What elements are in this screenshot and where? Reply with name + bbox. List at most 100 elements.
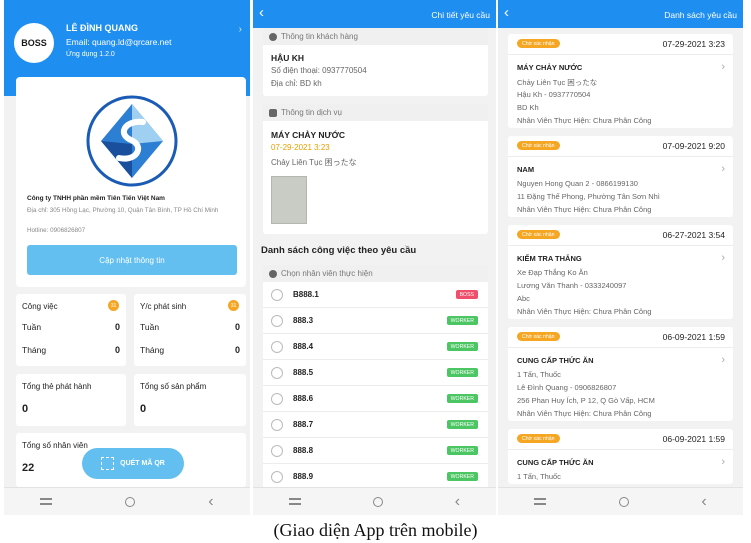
role-tag: WORKER	[446, 368, 478, 377]
radio-button[interactable]	[271, 393, 283, 405]
menu-icon[interactable]	[534, 498, 547, 505]
menu-icon[interactable]	[288, 498, 301, 505]
radio-button[interactable]	[271, 289, 283, 301]
radio-button[interactable]	[271, 445, 283, 457]
request-detail-screen: ‹ Chi tiết yêu cầu Thông tin khách hàng …	[253, 0, 496, 515]
customer-info-section: Thông tin khách hàng HẬU KH Số điện thoạ…	[263, 28, 488, 96]
stat-value: 0	[234, 322, 240, 332]
employee-name: 888.9	[293, 472, 314, 481]
section-header-label: Thông tin khách hàng	[281, 32, 358, 41]
employee-row[interactable]: 888.3 WORKER	[263, 308, 488, 334]
request-date: 07-09-2021 9:20	[662, 141, 725, 151]
requests-stat-card[interactable]: Y/c phát sinh 31 Tuần 0 Tháng 0	[134, 294, 246, 366]
employee-name: 888.7	[293, 420, 314, 429]
products-stat[interactable]: Tổng số sản phẩm 0	[134, 374, 246, 426]
back-icon[interactable]: ‹	[208, 493, 213, 510]
employee-row[interactable]: 888.6 WORKER	[263, 386, 488, 412]
employee-row[interactable]: 888.8 WORKER	[263, 438, 488, 464]
request-detail-line: Lê Đình Quang - 0906826807	[517, 383, 617, 392]
role-tag: WORKER	[446, 316, 478, 325]
radio-button[interactable]	[271, 419, 283, 431]
radio-button[interactable]	[271, 315, 283, 327]
request-detail-line: BD Kh	[517, 103, 539, 112]
section-header: Chọn nhân viên thực hiện	[263, 265, 488, 282]
update-info-button[interactable]: Cập nhật thông tin	[27, 245, 237, 275]
chevron-right-icon[interactable]: ›	[721, 354, 725, 366]
cards-issued-stat[interactable]: Tổng thẻ phát hành 0	[16, 374, 126, 426]
android-nav-bar: ‹	[253, 487, 496, 515]
stat-value: 0	[234, 345, 240, 355]
document-icon	[269, 108, 277, 117]
stat-label: Tháng	[22, 345, 47, 355]
chevron-right-icon[interactable]: ›	[721, 163, 725, 175]
role-tag: WORKER	[446, 342, 478, 351]
request-detail-line: Nhân Viên Thực Hiện: Chưa Phân Công	[517, 116, 652, 125]
menu-icon[interactable]	[40, 498, 53, 505]
home-screen: BOSS LÊ ĐÌNH QUANG Email: quang.ld@qrcar…	[4, 0, 250, 515]
home-icon[interactable]	[372, 496, 383, 507]
role-tag: WORKER	[446, 394, 478, 403]
back-arrow-icon[interactable]: ‹	[259, 5, 264, 20]
status-badge: Chờ xác nhận	[517, 434, 560, 443]
chevron-right-icon[interactable]: ›	[721, 61, 725, 73]
employee-row[interactable]: B888.1 BOSS	[263, 282, 488, 308]
request-card[interactable]: Chờ xác nhận 06-09-2021 1:59 CUNG CẤP THỨC…	[508, 429, 733, 484]
stat-title: Tổng số nhân viên	[22, 441, 88, 450]
company-address: Địa chỉ: 305 Hồng Lạc, Phường 10, Quận T…	[27, 207, 219, 214]
role-tag: BOSS	[455, 290, 478, 299]
stat-value: 0	[22, 403, 29, 415]
employee-row[interactable]: 888.7 WORKER	[263, 412, 488, 438]
page-title: Danh sách yêu cầu	[664, 10, 737, 20]
request-date: 06-27-2021 3:54	[662, 230, 725, 240]
employee-name: B888.1	[293, 290, 319, 299]
chevron-right-icon[interactable]: ›	[239, 24, 242, 35]
radio-button[interactable]	[271, 367, 283, 379]
back-arrow-icon[interactable]: ‹	[504, 5, 509, 20]
user-icon	[269, 32, 277, 41]
scan-qr-button[interactable]: QUÉT MÃ QR	[82, 448, 184, 479]
customer-phone: Số điện thoại: 0937770504	[271, 66, 367, 75]
employee-row[interactable]: 888.5 WORKER	[263, 360, 488, 386]
service-info-section: Thông tin dịch vụ MÁY CHẢY NƯỚC 07-29-20…	[263, 104, 488, 234]
qr-code-icon	[101, 457, 115, 470]
request-detail-line: Nhân Viên Thực Hiện: Chưa Phân Công	[517, 307, 652, 316]
service-note: Chảy Liên Tục 困ったな	[271, 158, 357, 167]
chevron-right-icon[interactable]: ›	[721, 252, 725, 264]
employee-row[interactable]: 888.4 WORKER	[263, 334, 488, 360]
radio-button[interactable]	[271, 471, 283, 483]
request-detail-line: Abc	[517, 294, 530, 303]
request-card[interactable]: Chờ xác nhận 07-09-2021 9:20 NAM › Nguyen Ho…	[508, 136, 733, 217]
stat-label: Tháng	[140, 345, 165, 355]
radio-button[interactable]	[271, 341, 283, 353]
request-date: 06-09-2021 1:59	[662, 332, 725, 342]
top-bar: ‹ Chi tiết yêu cầu	[253, 0, 496, 28]
stat-week: Tuần 0	[140, 322, 240, 332]
divider	[508, 449, 733, 450]
stat-badge: 31	[108, 300, 119, 311]
stat-badge: 31	[228, 300, 239, 311]
stat-title: Tổng số sản phẩm	[140, 382, 207, 391]
request-detail-line: 11 Đặng Thế Phong, Phường Tân Sơn Nhì	[517, 192, 660, 201]
status-badge: Chờ xác nhận	[517, 141, 560, 150]
android-nav-bar: ‹	[4, 487, 250, 515]
stat-month: Tháng 0	[140, 345, 240, 355]
request-detail-line: Chảy Liên Tục 困ったな	[517, 78, 598, 87]
request-card[interactable]: Chờ xác nhận 06-09-2021 1:59 CUNG CẤP THỨC…	[508, 327, 733, 421]
avatar: BOSS	[14, 23, 54, 63]
home-icon[interactable]	[125, 496, 136, 507]
home-icon[interactable]	[618, 496, 629, 507]
service-photo[interactable]	[271, 176, 307, 224]
top-bar: ‹ Danh sách yêu cầu	[498, 0, 743, 28]
stat-month: Tháng 0	[22, 345, 120, 355]
request-title: NAM	[517, 165, 535, 174]
role-tag: WORKER	[446, 420, 478, 429]
back-icon[interactable]: ‹	[455, 493, 460, 510]
select-employee-header: Chọn nhân viên thực hiện	[263, 265, 488, 282]
request-card[interactable]: Chờ xác nhận 07-29-2021 3:23 MÁY CHẢY NƯỚC…	[508, 34, 733, 128]
back-icon[interactable]: ‹	[701, 493, 706, 510]
request-card[interactable]: Chờ xác nhận 06-27-2021 3:54 KIỂM TRA THẮN…	[508, 225, 733, 319]
request-title: CUNG CẤP THỨC ĂN	[517, 356, 594, 365]
app-version: Ứng dụng 1.2.0	[66, 51, 115, 58]
chevron-right-icon[interactable]: ›	[721, 456, 725, 468]
jobs-stat-card[interactable]: Công việc 31 Tuần 0 Tháng 0	[16, 294, 126, 366]
